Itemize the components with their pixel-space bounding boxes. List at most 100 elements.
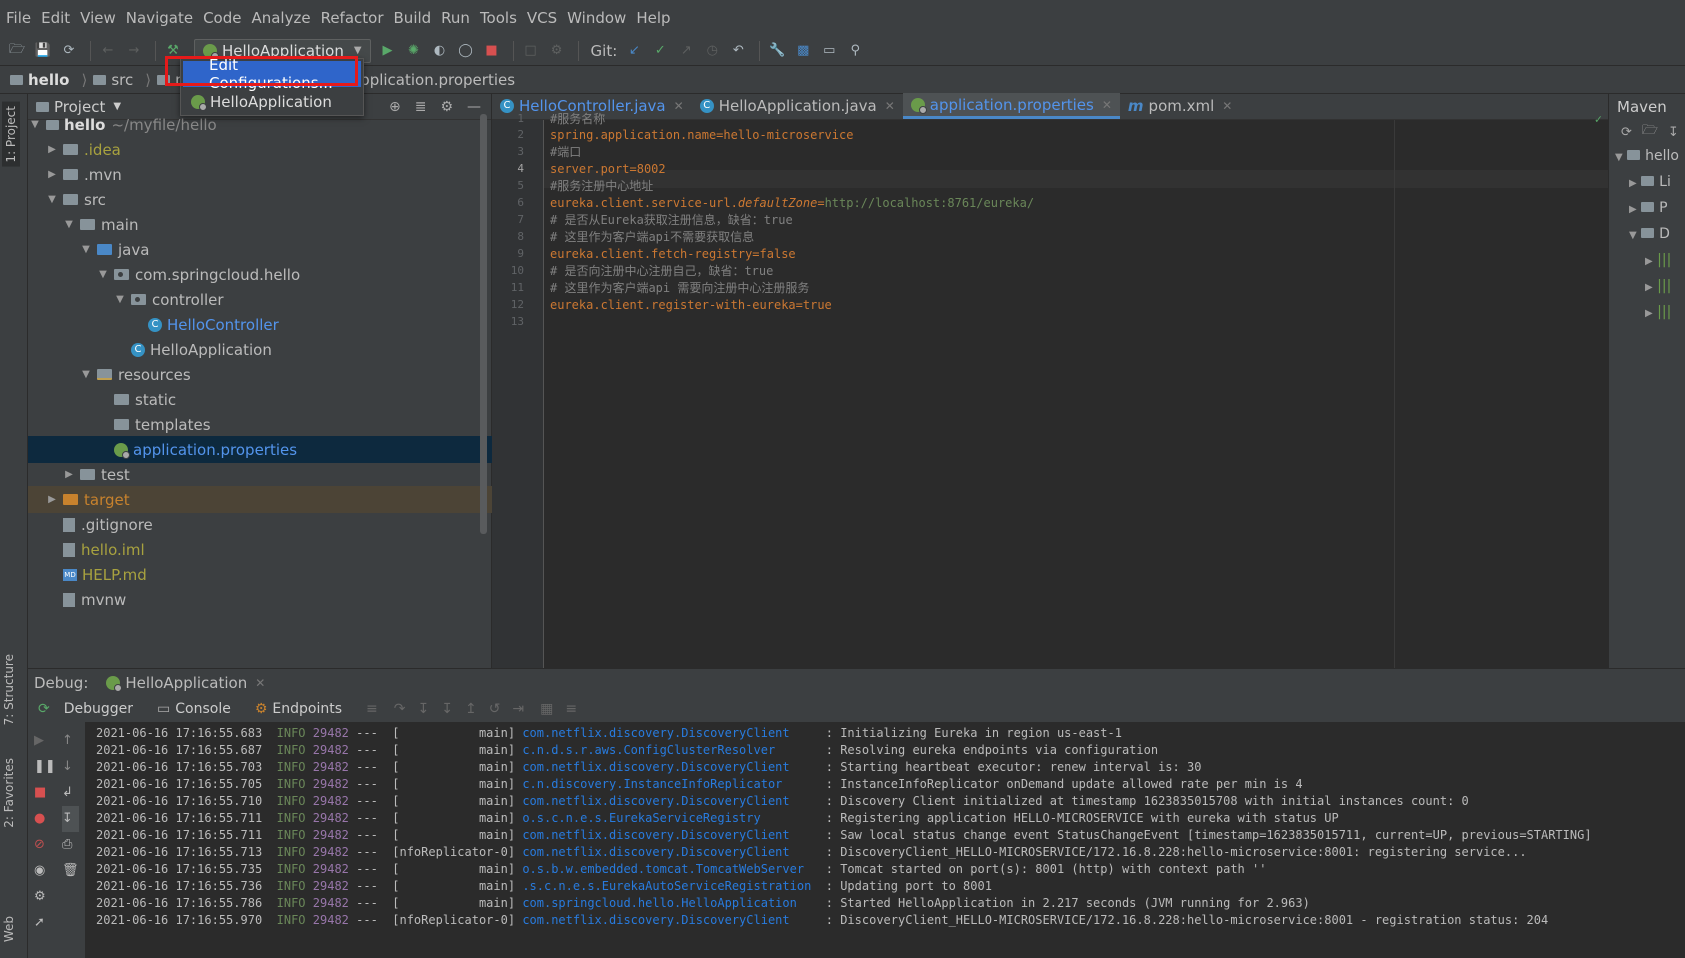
search-icon[interactable]: ⚲ bbox=[844, 40, 866, 62]
dependency-item[interactable]: ▶ ||| bbox=[1615, 300, 1685, 326]
tree-item-test[interactable]: ▶ test bbox=[28, 461, 492, 488]
maven-item-hello[interactable]: ▼ hello bbox=[1615, 144, 1685, 170]
tree-item-main[interactable]: ▼ main bbox=[28, 211, 492, 238]
attach-icon[interactable]: □ bbox=[520, 40, 542, 62]
pause-icon[interactable]: ❚❚ bbox=[34, 754, 56, 780]
menu-edit[interactable]: Edit bbox=[41, 9, 70, 27]
maven-item-plugins[interactable]: ▶ P bbox=[1615, 196, 1685, 222]
run-to-cursor-icon[interactable]: ⇥ bbox=[512, 701, 524, 717]
stop-icon[interactable]: ■ bbox=[481, 40, 503, 62]
menu-build[interactable]: Build bbox=[394, 9, 432, 27]
trace-icon[interactable]: ≡ bbox=[565, 701, 577, 717]
menu-analyze[interactable]: Analyze bbox=[251, 9, 310, 27]
expand-arrow-icon[interactable]: ▼ bbox=[96, 269, 110, 280]
inspection-ok-icon[interactable]: ✓ bbox=[1595, 112, 1602, 126]
close-icon[interactable]: ✕ bbox=[1222, 99, 1232, 113]
pin-icon[interactable]: ➚ bbox=[34, 910, 56, 936]
tree-item-idea[interactable]: ▶ .idea bbox=[28, 136, 492, 163]
maven-title[interactable]: Maven bbox=[1609, 94, 1685, 120]
tree-item-static[interactable]: static bbox=[28, 386, 492, 413]
step-over-icon[interactable]: ↷ bbox=[394, 701, 406, 717]
console-output[interactable]: 2021-06-16 17:16:55.683 INFO 29482 --- [… bbox=[86, 722, 1685, 958]
run-icon[interactable]: ▶ bbox=[377, 40, 399, 62]
menu-refactor[interactable]: Refactor bbox=[321, 9, 384, 27]
breadcrumb-item[interactable]: hello bbox=[10, 71, 69, 89]
tree-item-application-properties[interactable]: application.properties bbox=[28, 436, 492, 463]
collapsed-arrow-icon[interactable]: ▶ bbox=[45, 169, 59, 180]
tree-item-src[interactable]: ▼ src bbox=[28, 186, 492, 213]
tree-item-mvn[interactable]: ▶ .mvn bbox=[28, 161, 492, 188]
scroll-to-end-icon[interactable]: ↧ bbox=[62, 806, 79, 832]
tool-tab-project[interactable]: 1: Project bbox=[2, 102, 20, 167]
breadcrumb-item[interactable]: src bbox=[93, 71, 133, 89]
step-into-icon[interactable]: ↧ bbox=[417, 701, 429, 717]
tab-pom-xml[interactable]: m pom.xml ✕ bbox=[1120, 93, 1240, 119]
menu-navigate[interactable]: Navigate bbox=[126, 9, 193, 27]
project-scrollbar[interactable] bbox=[480, 114, 487, 534]
save-icon[interactable]: 💾 bbox=[32, 40, 54, 62]
menu-run[interactable]: Run bbox=[441, 9, 470, 27]
tab-console[interactable]: ▭ Console bbox=[157, 701, 231, 717]
open-folder-icon[interactable]: 🗁 bbox=[6, 40, 28, 62]
vcs-update-icon[interactable]: ⚙ bbox=[546, 40, 568, 62]
tree-item-helloapplication[interactable]: C HelloApplication bbox=[28, 336, 492, 363]
tree-item-hellocontroller[interactable]: C HelloController bbox=[28, 311, 492, 338]
collapsed-arrow-icon[interactable]: ▶ bbox=[45, 494, 59, 505]
drop-frame-icon[interactable]: ↺ bbox=[489, 701, 501, 717]
sync-icon[interactable]: ⟳ bbox=[58, 40, 80, 62]
debug-icon[interactable]: ✺ bbox=[403, 40, 425, 62]
tree-item-package[interactable]: ▼ com.springcloud.hello bbox=[28, 261, 492, 288]
menu-window[interactable]: Window bbox=[567, 9, 626, 27]
tab-helloapplication[interactable]: C HelloApplication.java ✕ bbox=[692, 93, 903, 119]
force-step-into-icon[interactable]: ↧ bbox=[441, 701, 453, 717]
profile-icon[interactable]: ◯ bbox=[455, 40, 477, 62]
tree-item-controller[interactable]: ▼ controller bbox=[28, 286, 492, 313]
tab-debugger[interactable]: Debugger bbox=[64, 701, 133, 717]
expand-arrow-icon[interactable]: ▼ bbox=[45, 194, 59, 205]
tree-item-help-md[interactable]: MD HELP.md bbox=[28, 561, 492, 588]
menu-view[interactable]: View bbox=[80, 9, 116, 27]
refresh-icon[interactable]: ⟳ bbox=[1621, 125, 1632, 140]
git-commit-icon[interactable]: ✓ bbox=[649, 40, 671, 62]
terminal-icon[interactable]: ▭ bbox=[818, 40, 840, 62]
mute-breakpoints-icon[interactable]: ⊘ bbox=[34, 832, 56, 858]
camera-icon[interactable]: ◉ bbox=[34, 858, 56, 884]
expand-arrow-icon[interactable]: ▼ bbox=[113, 294, 127, 305]
tab-endpoints[interactable]: ⚙ Endpoints bbox=[255, 701, 342, 717]
threads-icon[interactable]: ≡ bbox=[366, 701, 378, 717]
git-history-icon[interactable]: ◷ bbox=[701, 40, 723, 62]
maven-item-lifecycle[interactable]: ▶ Li bbox=[1615, 170, 1685, 196]
coverage-icon[interactable]: ◐ bbox=[429, 40, 451, 62]
close-icon[interactable]: ✕ bbox=[1102, 98, 1112, 112]
code-editor[interactable]: 1 2 3 4 5 6 7 8 9 10 11 12 13 #服务名称 spri… bbox=[492, 112, 1608, 668]
evaluate-icon[interactable]: ▦ bbox=[540, 701, 553, 717]
down-arrow-icon[interactable]: ↓ bbox=[62, 754, 79, 780]
menu-tools[interactable]: Tools bbox=[480, 9, 517, 27]
step-out-icon[interactable]: ↥ bbox=[465, 701, 477, 717]
tree-item-hello-iml[interactable]: hello.iml bbox=[28, 536, 492, 563]
resume-icon[interactable]: ▶ bbox=[34, 728, 56, 754]
debug-session-tab[interactable]: HelloApplication ✕ bbox=[106, 674, 265, 692]
tool-tab-web[interactable]: Web bbox=[2, 916, 16, 942]
collapsed-arrow-icon[interactable]: ▶ bbox=[45, 144, 59, 155]
tab-application-properties[interactable]: application.properties ✕ bbox=[902, 93, 1120, 119]
tree-item-mvnw[interactable]: mvnw bbox=[28, 586, 492, 613]
print-icon[interactable]: ⎙ bbox=[62, 832, 79, 858]
settings-icon[interactable]: ⚙ bbox=[34, 884, 56, 910]
up-arrow-icon[interactable]: ↑ bbox=[62, 728, 79, 754]
rerun-icon[interactable]: ⟳ bbox=[38, 701, 50, 717]
git-update-icon[interactable]: ↙ bbox=[623, 40, 645, 62]
dependency-item[interactable]: ▶ ||| bbox=[1615, 248, 1685, 274]
breadcrumb-item[interactable]: application.properties bbox=[351, 71, 515, 89]
expand-arrow-icon[interactable]: ▼ bbox=[79, 369, 93, 380]
tree-item-resources[interactable]: ▼ resources bbox=[28, 361, 492, 388]
tree-item-target[interactable]: ▶ target bbox=[28, 486, 492, 513]
back-icon[interactable]: ← bbox=[97, 40, 119, 62]
close-icon[interactable]: ✕ bbox=[674, 99, 684, 113]
menu-code[interactable]: Code bbox=[203, 9, 241, 27]
tree-item-gitignore[interactable]: .gitignore bbox=[28, 511, 492, 538]
tool-tab-structure[interactable]: 7: Structure bbox=[2, 654, 16, 725]
maven-item-dependencies[interactable]: ▼ D bbox=[1615, 222, 1685, 248]
menu-help[interactable]: Help bbox=[636, 9, 670, 27]
git-rollback-icon[interactable]: ↶ bbox=[727, 40, 749, 62]
